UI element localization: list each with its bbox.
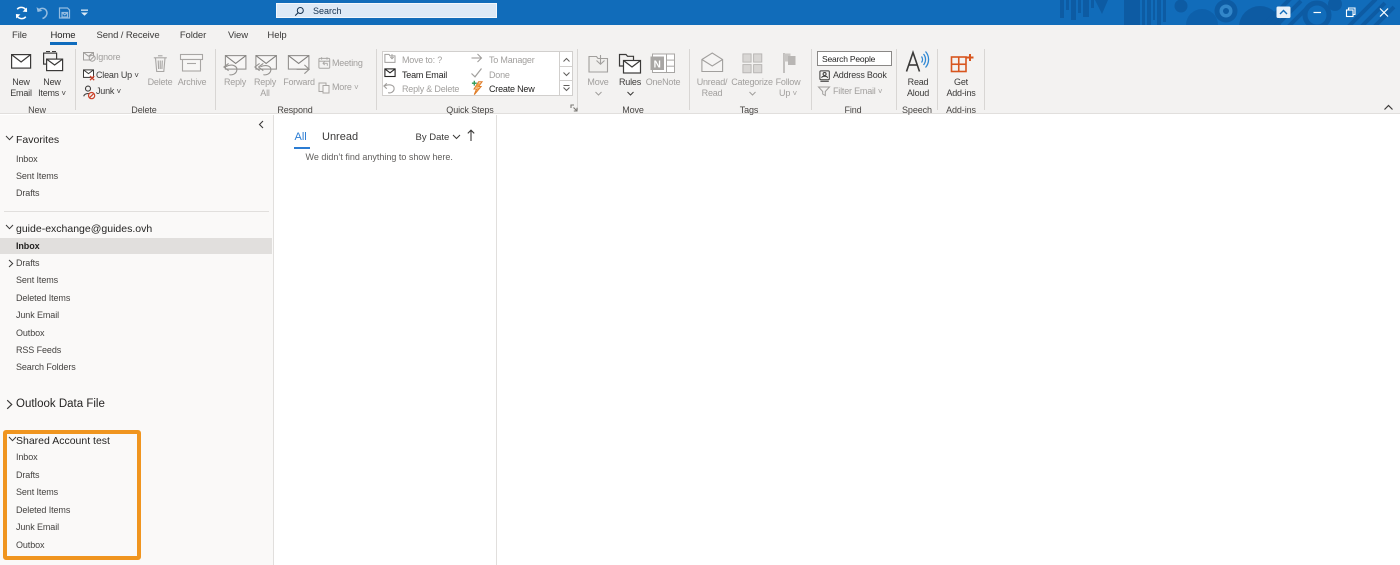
svg-text:N: N bbox=[654, 59, 661, 70]
